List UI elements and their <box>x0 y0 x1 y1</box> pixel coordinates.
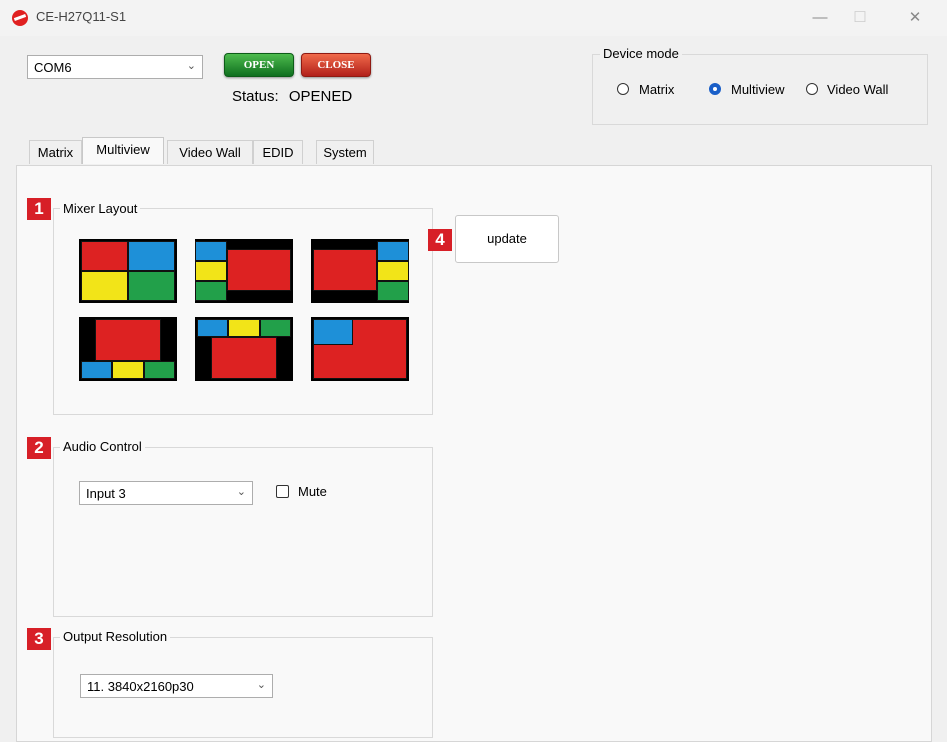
connection-status: Status: OPENED <box>232 88 352 105</box>
section-badge-2: 2 <box>27 437 51 459</box>
chevron-down-icon: ⌄ <box>256 679 266 691</box>
close-button[interactable]: CLOSE <box>301 53 371 77</box>
mute-label: Mute <box>298 484 327 499</box>
audio-control-legend: Audio Control <box>60 439 145 454</box>
mode-multiview-label: Multiview <box>731 82 785 97</box>
app-logo-icon <box>12 10 28 26</box>
open-button[interactable]: OPEN <box>224 53 294 77</box>
output-resolution-select[interactable]: 11. 3840x2160p30 ⌄ <box>80 674 273 698</box>
layout-main-left[interactable] <box>311 239 409 303</box>
device-mode-legend: Device mode <box>600 46 682 61</box>
maximize-button[interactable]: ☐ <box>845 6 875 30</box>
layout-main-right[interactable] <box>195 239 293 303</box>
layout-main-bottom[interactable] <box>195 317 293 381</box>
tab-matrix[interactable]: Matrix <box>29 140 82 164</box>
audio-control-group <box>53 447 433 617</box>
section-badge-1: 1 <box>27 198 51 220</box>
window-title: CE-H27Q11-S1 <box>36 9 127 24</box>
update-button[interactable]: update <box>455 215 559 263</box>
minimize-button[interactable]: — <box>805 6 835 30</box>
layout-pip[interactable] <box>311 317 409 381</box>
audio-input-select[interactable]: Input 3 ⌄ <box>79 481 253 505</box>
mode-matrix-label: Matrix <box>639 82 675 97</box>
tab-edid[interactable]: EDID <box>253 140 303 164</box>
layout-main-top[interactable] <box>79 317 177 381</box>
layout-quad[interactable] <box>79 239 177 303</box>
mode-matrix-radio[interactable] <box>617 83 629 95</box>
port-value: COM6 <box>34 60 72 75</box>
chevron-down-icon: ⌄ <box>236 486 246 498</box>
mixer-layout-legend: Mixer Layout <box>60 201 141 216</box>
tab-multiview[interactable]: Multiview <box>82 137 164 164</box>
status-label: Status: <box>232 88 279 105</box>
chevron-down-icon: ⌄ <box>186 60 196 72</box>
status-value: OPENED <box>288 88 353 105</box>
close-window-button[interactable]: ✕ <box>900 6 930 30</box>
tab-video-wall[interactable]: Video Wall <box>167 140 253 164</box>
tab-system[interactable]: System <box>316 140 374 164</box>
mode-videowall-label: Video Wall <box>827 82 889 97</box>
audio-input-value: Input 3 <box>86 486 126 501</box>
section-badge-3: 3 <box>27 628 51 650</box>
mode-videowall-radio[interactable] <box>806 83 818 95</box>
section-badge-4: 4 <box>428 229 452 251</box>
mute-checkbox[interactable] <box>276 485 289 498</box>
output-resolution-legend: Output Resolution <box>60 629 171 644</box>
output-resolution-value: 11. 3840x2160p30 <box>87 679 194 694</box>
mode-multiview-radio[interactable] <box>709 83 721 95</box>
port-select[interactable]: COM6 ⌄ <box>27 55 203 79</box>
